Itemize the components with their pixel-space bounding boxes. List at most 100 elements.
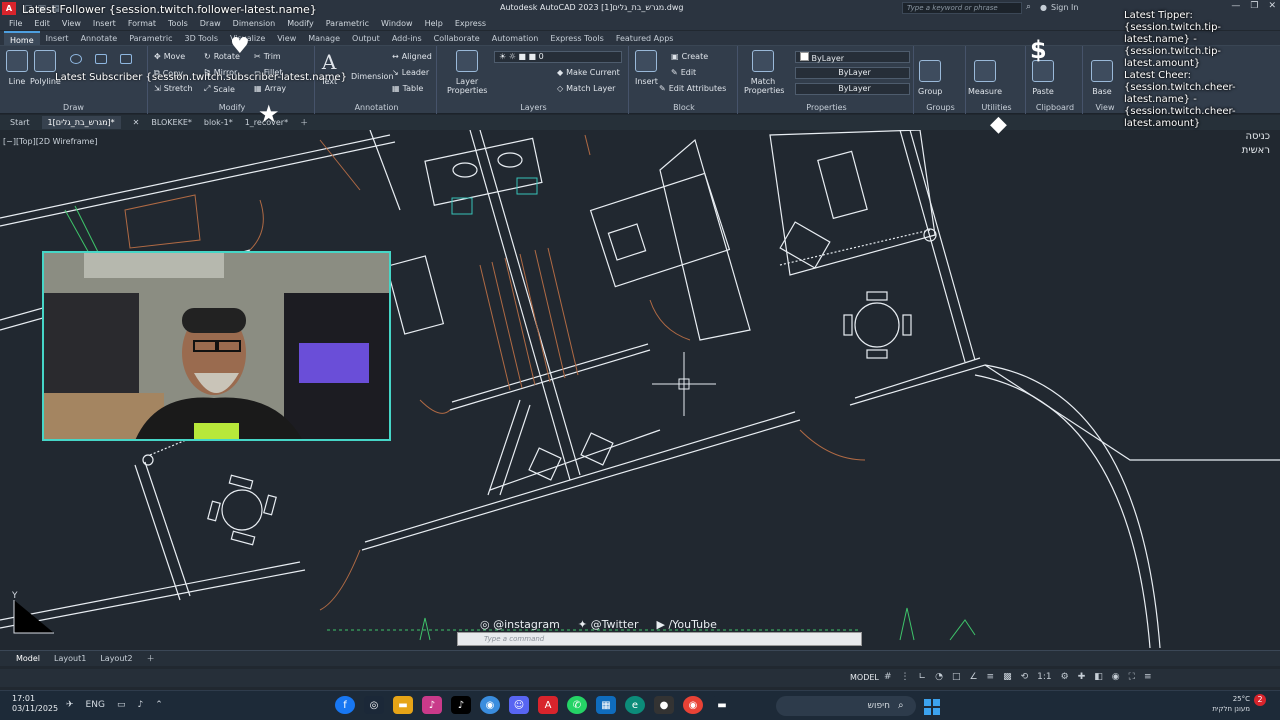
windows-start-icon[interactable]	[924, 699, 940, 715]
steam-icon[interactable]: ◎	[364, 696, 384, 714]
units-icon[interactable]: ◧	[1094, 672, 1103, 682]
properties-panel-label[interactable]: Properties	[740, 103, 913, 112]
view-panel-label[interactable]: View	[1085, 103, 1125, 112]
tab-annotate[interactable]: Annotate	[75, 31, 124, 45]
edit-attributes-button[interactable]: ✎ Edit Attributes	[659, 84, 726, 93]
circle-button[interactable]	[70, 54, 82, 64]
sign-in-button[interactable]: ● Sign In	[1040, 3, 1078, 12]
tab-automation[interactable]: Automation	[486, 31, 545, 45]
menu-dimension[interactable]: Dimension	[230, 17, 285, 30]
language-indicator[interactable]: ENG	[86, 700, 105, 710]
search-icon[interactable]: ⌕	[1026, 2, 1031, 12]
doc-tab-blokeke[interactable]: BLOKEKE*	[151, 118, 192, 127]
layer-properties-button[interactable]: Layer Properties	[447, 50, 487, 95]
ortho-icon[interactable]: ∟	[919, 672, 927, 682]
network-icon[interactable]: ▭	[117, 700, 126, 710]
color-dropdown[interactable]: ByLayer	[795, 51, 910, 63]
transparency-icon[interactable]: ▩	[1003, 672, 1012, 682]
tray-expand-icon[interactable]: ⌃	[155, 700, 163, 710]
customize-icon[interactable]: ≡	[1144, 672, 1152, 682]
autocad-logo-icon[interactable]: A	[2, 2, 16, 15]
layer-dropdown[interactable]: ☀ ☼ ■ ■ 0	[494, 51, 622, 63]
make-current-button[interactable]: ◆ Make Current	[557, 68, 620, 77]
discord-icon[interactable]: ☺	[509, 696, 529, 714]
annotation-panel-label[interactable]: Annotation	[317, 103, 436, 112]
whatsapp-icon[interactable]: ✆	[567, 696, 587, 714]
tab-home[interactable]: Home	[4, 31, 40, 45]
aligned-button[interactable]: ↔ Aligned	[392, 52, 432, 61]
tab-layout2[interactable]: Layout2	[100, 654, 132, 663]
tab-manage[interactable]: Manage	[302, 31, 346, 45]
polar-icon[interactable]: ◔	[935, 672, 943, 682]
tab-express-tools[interactable]: Express Tools	[544, 31, 610, 45]
tab-collaborate[interactable]: Collaborate	[428, 31, 486, 45]
array-button[interactable]: ▦ Array	[254, 84, 286, 93]
weather-widget[interactable]: 25°C מעונן חלקית	[1212, 694, 1250, 714]
tab-insert[interactable]: Insert	[40, 31, 75, 45]
base-view-button[interactable]: Base	[1091, 60, 1113, 96]
tab-output[interactable]: Output	[346, 31, 386, 45]
menu-window[interactable]: Window	[378, 17, 422, 30]
file-explorer-icon[interactable]: ▬	[393, 696, 413, 714]
notification-badge[interactable]: 2	[1254, 694, 1266, 706]
doc-tab-blok-1[interactable]: blok-1*	[204, 118, 233, 127]
model-space-toggle[interactable]: MODEL	[850, 673, 879, 682]
tray-pen-icon[interactable]: ✈	[66, 700, 74, 710]
lineweight-dropdown[interactable]: ByLayer	[795, 83, 910, 95]
annotation-scale[interactable]: 1:1	[1037, 672, 1051, 682]
help-search-input[interactable]: Type a keyword or phrase	[902, 2, 1022, 14]
groups-panel-label[interactable]: Groups	[916, 103, 965, 112]
match-properties-button[interactable]: Match Properties	[744, 50, 784, 95]
insert-block-button[interactable]: Insert	[635, 50, 658, 86]
clock[interactable]: 17:01 03/11/2025	[12, 694, 58, 714]
arc-button[interactable]	[95, 54, 107, 64]
create-block-button[interactable]: ▣ Create	[671, 52, 708, 61]
fullscreen-icon[interactable]: ⛶	[1129, 672, 1135, 682]
paste-button[interactable]: Paste	[1032, 60, 1054, 96]
block-panel-label[interactable]: Block	[631, 103, 737, 112]
command-line-input[interactable]: Type a command	[457, 632, 862, 646]
chrome-icon[interactable]: ◉	[683, 696, 703, 714]
tab-model[interactable]: Model	[16, 654, 40, 663]
dimension-button[interactable]: Dimension	[351, 72, 394, 81]
isolate-icon[interactable]: ◉	[1112, 672, 1120, 682]
move-button[interactable]: ✥ Move	[154, 52, 185, 61]
layers-panel-label[interactable]: Layers	[439, 103, 628, 112]
store-icon[interactable]: ▦	[596, 696, 616, 714]
otrack-icon[interactable]: ∠	[969, 672, 977, 682]
linetype-dropdown[interactable]: ByLayer	[795, 67, 910, 79]
tab-featured-apps[interactable]: Featured Apps	[610, 31, 680, 45]
line-button[interactable]: Line	[6, 50, 28, 86]
menu-express[interactable]: Express	[452, 17, 495, 30]
menu-edit[interactable]: Edit	[31, 17, 59, 30]
facebook-icon[interactable]: f	[335, 696, 355, 714]
rectangle-button[interactable]	[120, 54, 132, 64]
match-layer-button[interactable]: ◇ Match Layer	[557, 84, 615, 93]
modify-panel-label[interactable]: Modify	[150, 103, 314, 112]
obs-icon[interactable]: ●	[654, 696, 674, 714]
autocad-taskbar-icon[interactable]: A	[538, 696, 558, 714]
annotation-monitor-icon[interactable]: ✚	[1078, 672, 1086, 682]
tiktok-icon[interactable]: ♪	[451, 696, 471, 714]
viewport-controls-label[interactable]: [−][Top][2D Wireframe]	[3, 137, 97, 146]
group-button[interactable]: Group	[918, 60, 942, 96]
doc-tab-active[interactable]: 1[מגרש_בת_גלים]*	[41, 116, 121, 129]
leader-button[interactable]: ↘ Leader	[392, 68, 429, 77]
edit-block-button[interactable]: ✎ Edit	[671, 68, 696, 77]
utilities-panel-label[interactable]: Utilities	[968, 103, 1025, 112]
menu-insert[interactable]: Insert	[90, 17, 125, 30]
grid-icon[interactable]: #	[884, 672, 892, 682]
menu-view[interactable]: View	[59, 17, 90, 30]
measure-button[interactable]: Measure	[968, 60, 1002, 96]
menu-modify[interactable]: Modify	[284, 17, 323, 30]
lineweight-icon[interactable]: ≡	[987, 672, 995, 682]
terminal-icon[interactable]: ▬	[712, 696, 732, 714]
edge-icon[interactable]: e	[625, 696, 645, 714]
tab-view[interactable]: View	[271, 31, 302, 45]
workspace-gear-icon[interactable]: ⚙	[1061, 672, 1069, 682]
snap-icon[interactable]: ⋮	[901, 672, 910, 682]
davinci-icon[interactable]: ♪	[422, 696, 442, 714]
doc-tab-close-icon[interactable]: ✕	[133, 118, 140, 127]
scale-button[interactable]: ⤢ Scale	[204, 84, 235, 94]
browser-icon[interactable]: ◉	[480, 696, 500, 714]
